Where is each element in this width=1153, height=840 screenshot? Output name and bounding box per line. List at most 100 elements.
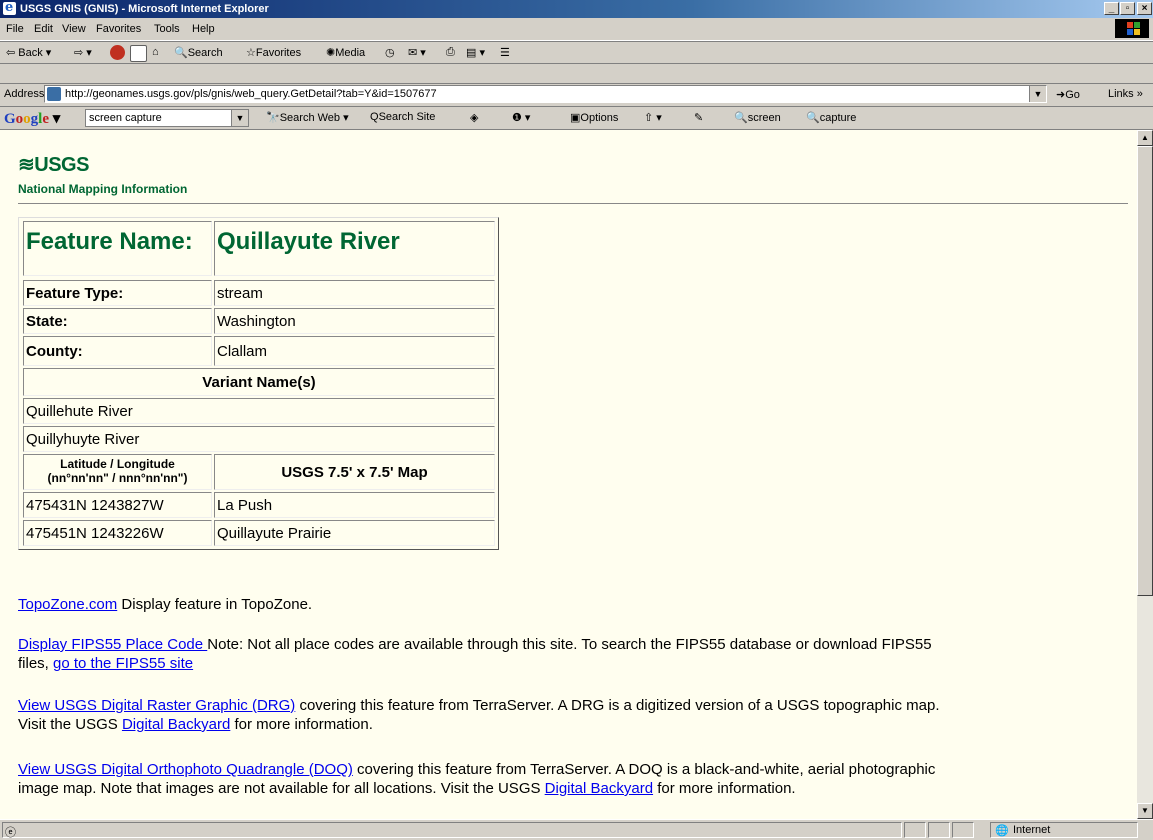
options-label: Options: [580, 112, 619, 124]
mail-icon[interactable]: ✉ ▾: [408, 46, 426, 59]
google-toolbar: Google ▾ screen capture ▼ 🔭Search Web ▾ …: [0, 107, 1153, 130]
address-bar: Address http://geonames.usgs.gov/pls/gni…: [0, 84, 1153, 107]
menu-view[interactable]: View: [62, 23, 86, 35]
feature-table: Feature Name: Quillayute River Feature T…: [18, 217, 499, 550]
address-input[interactable]: http://geonames.usgs.gov/pls/gnis/web_qu…: [44, 85, 1047, 103]
variant-name: Quillyhuyte River: [26, 431, 140, 448]
coord-value: 475431N 1243827W: [26, 497, 164, 514]
screen-label: screen: [747, 112, 781, 124]
home-icon[interactable]: ⌂: [152, 46, 159, 58]
feature-name: Quillayute River: [217, 228, 400, 255]
capture-label: capture: [819, 112, 857, 124]
history-icon[interactable]: ◷: [385, 46, 395, 59]
state-label: State:: [26, 313, 68, 330]
feature-name-cell: Quillayute River: [214, 221, 495, 276]
links-button[interactable]: Links »: [1108, 88, 1143, 100]
google-dropdown-icon[interactable]: ▼: [231, 110, 248, 126]
digital-backyard-link[interactable]: Digital Backyard: [545, 780, 653, 797]
menu-tools[interactable]: Tools: [154, 23, 180, 35]
drg-paragraph: View USGS Digital Raster Graphic (DRG) c…: [18, 696, 939, 734]
favorites-button[interactable]: ☆Favorites: [246, 46, 301, 59]
search-web-button[interactable]: 🔭Search Web ▾: [266, 111, 349, 124]
map-name: Quillayute Prairie: [217, 525, 332, 542]
address-dropdown-icon[interactable]: ▼: [1029, 86, 1046, 102]
menu-help[interactable]: Help: [192, 23, 215, 35]
edit-icon[interactable]: ▤ ▾: [466, 46, 485, 59]
feature-type-label: Feature Type:: [26, 285, 124, 302]
search-label: Search: [187, 47, 223, 59]
go-button[interactable]: ➜Go: [1056, 88, 1080, 101]
close-button[interactable]: ×: [1137, 2, 1152, 15]
discuss-icon[interactable]: ☰: [500, 46, 510, 59]
status-pane: [904, 822, 926, 838]
options-button[interactable]: ▣Options: [570, 111, 618, 124]
map-name: La Push: [217, 497, 273, 514]
back-button[interactable]: ⇦ Back ▾: [6, 46, 51, 59]
coord-value: 475451N 1243226W: [26, 525, 164, 542]
coord-format: (nn°nn'nn" / nnn°nn'nn"): [47, 471, 188, 485]
menu-file[interactable]: File: [6, 23, 24, 35]
scroll-up-icon[interactable]: ▲: [1137, 130, 1153, 146]
doq-text: covering this feature from TerraServer. …: [352, 761, 936, 778]
menu-edit[interactable]: Edit: [34, 23, 53, 35]
maximize-button[interactable]: ▫: [1120, 2, 1135, 15]
google-logo[interactable]: Google ▾: [4, 109, 60, 128]
search-web-label: Search Web: [279, 112, 341, 124]
stop-icon[interactable]: [110, 45, 125, 60]
toolbar-spacer: [0, 63, 1153, 84]
doq-text2: image map. Note that images are not avai…: [18, 780, 545, 797]
google-query: screen capture: [89, 112, 162, 124]
capture-button[interactable]: 🔍capture: [806, 111, 856, 124]
vertical-scrollbar[interactable]: ▲ ▼: [1137, 130, 1153, 819]
search-site-label: Search Site: [378, 111, 436, 123]
menu-favorites[interactable]: Favorites: [96, 23, 141, 35]
topozone-link[interactable]: TopoZone.com: [18, 596, 117, 613]
county-value: Clallam: [217, 343, 268, 360]
info-icon[interactable]: ❶ ▾: [512, 111, 530, 124]
zone-pane: 🌐 Internet: [990, 822, 1138, 838]
favorites-label: Favorites: [255, 47, 302, 59]
media-button[interactable]: ✺Media: [326, 46, 365, 59]
search-button[interactable]: 🔍Search: [174, 46, 223, 59]
ie-icon: e: [3, 0, 16, 15]
doq-link[interactable]: View USGS Digital Orthophoto Quadrangle …: [18, 761, 353, 778]
menu-bar: File Edit View Favorites Tools Help: [0, 18, 1153, 41]
status-main-pane: ⓔ: [2, 822, 902, 839]
address-label: Address: [4, 88, 45, 100]
usgs-subtitle: National Mapping Information: [18, 182, 188, 196]
fips-site-link[interactable]: go to the FIPS55 site: [53, 655, 193, 672]
google-search-input[interactable]: screen capture ▼: [85, 109, 249, 127]
doq-text3: for more information.: [653, 780, 796, 797]
status-pane: [952, 822, 974, 838]
forward-button[interactable]: ⇨ ▾: [74, 46, 92, 59]
print-icon[interactable]: ⎙: [446, 46, 455, 59]
refresh-icon[interactable]: [130, 45, 147, 62]
status-pane: [928, 822, 950, 838]
search-site-button[interactable]: QSearch Site: [370, 111, 435, 123]
screen-button[interactable]: 🔍screen: [734, 111, 781, 124]
feature-name-label: Feature Name:: [26, 228, 193, 255]
standard-toolbar: ⇦ Back ▾ ⇨ ▾ ⌂ 🔍Search ☆Favorites ✺Media…: [0, 41, 1153, 64]
window-title: USGS GNIS (GNIS) - Microsoft Internet Ex…: [20, 3, 269, 15]
page-info-icon[interactable]: ◈: [470, 111, 478, 124]
feature-name-label-cell: Feature Name:: [23, 221, 212, 276]
scroll-thumb[interactable]: [1137, 146, 1153, 596]
up-folder-icon[interactable]: ⇧ ▾: [644, 111, 662, 124]
drg-link[interactable]: View USGS Digital Raster Graphic (DRG): [18, 697, 295, 714]
drg-text: covering this feature from TerraServer. …: [295, 697, 940, 714]
variant-name: Quillehute River: [26, 403, 133, 420]
topozone-text: Display feature in TopoZone.: [117, 596, 313, 613]
globe-icon: 🌐: [995, 825, 1009, 837]
digital-backyard-link[interactable]: Digital Backyard: [122, 716, 230, 733]
page-content: ≋USGS National Mapping Information Featu…: [0, 130, 1137, 819]
fips-text2: files,: [18, 655, 54, 672]
minimize-button[interactable]: _: [1104, 2, 1119, 15]
highlight-icon[interactable]: ✎: [694, 111, 703, 124]
county-label: County:: [26, 343, 83, 360]
address-url: http://geonames.usgs.gov/pls/gnis/web_qu…: [65, 88, 437, 100]
coord-header: Latitude / Longitude: [60, 457, 175, 471]
scroll-down-icon[interactable]: ▼: [1137, 803, 1153, 819]
fips-text: Note: Not all place codes are available …: [207, 636, 932, 653]
fips-paragraph: Display FIPS55 Place Code Note: Not all …: [18, 635, 932, 673]
fips-link[interactable]: Display FIPS55 Place Code: [18, 636, 207, 653]
